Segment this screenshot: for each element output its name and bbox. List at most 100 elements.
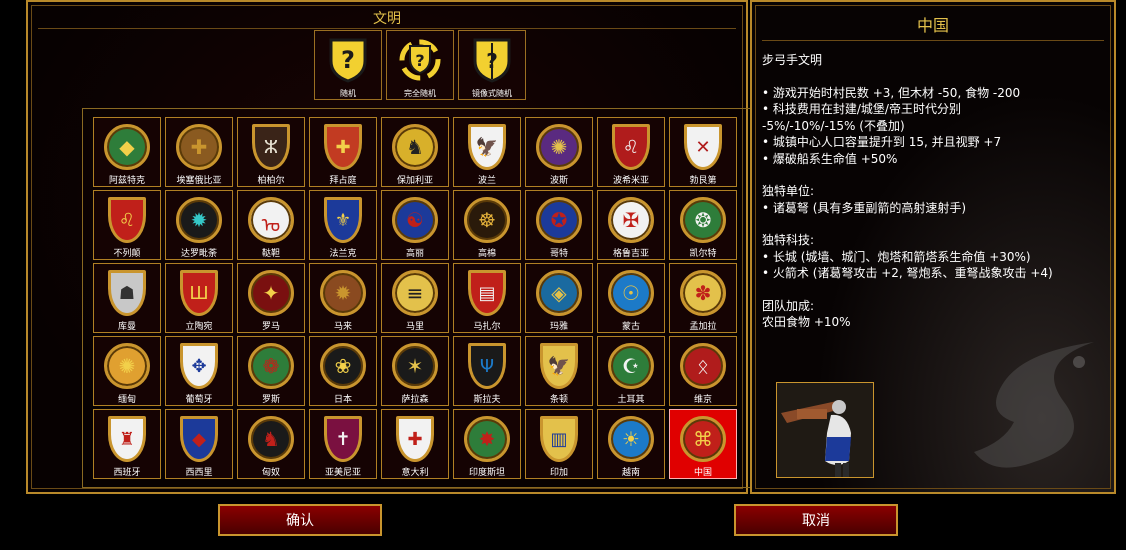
civ-cell[interactable]: ◆ 西西里 <box>165 409 233 479</box>
civ-cell[interactable]: ✸ 印度斯坦 <box>453 409 521 479</box>
cancel-button[interactable]: 取消 <box>734 504 898 536</box>
full-random-button[interactable]: ? 完全随机 <box>386 30 454 100</box>
civ-cell[interactable]: ✪ 哥特 <box>525 190 593 260</box>
civ-cell[interactable]: ❂ 凯尔特 <box>669 190 737 260</box>
civ-cell[interactable]: ✠ 格鲁吉亚 <box>597 190 665 260</box>
civ-cell[interactable]: ᛟ 维京 <box>669 336 737 406</box>
full-random-icon: ? <box>398 35 442 84</box>
civ-cell[interactable]: ✹ 达罗毗荼 <box>165 190 233 260</box>
civ-shield-icon: ◈ <box>536 270 582 316</box>
civ-cell[interactable]: ✚ 埃塞俄比亚 <box>165 117 233 187</box>
civ-cell[interactable]: ♌ 不列颠 <box>93 190 161 260</box>
civ-label: 维京 <box>693 395 712 405</box>
civ-label: 马来 <box>333 322 352 332</box>
civ-label: 斯拉夫 <box>473 395 501 405</box>
civ-cell[interactable]: ✕ 勃艮第 <box>669 117 737 187</box>
civ-cell[interactable]: ⚜ 法兰克 <box>309 190 377 260</box>
civ-cell[interactable]: Ш 立陶宛 <box>165 263 233 333</box>
description-line: • 爆破船系生命值 +50% <box>762 151 898 166</box>
civ-cell[interactable]: ▥ 印加 <box>525 409 593 479</box>
civ-emblem-icon: ✦ <box>246 269 296 317</box>
civ-cell[interactable]: ◈ 玛雅 <box>525 263 593 333</box>
civ-label: 库曼 <box>117 322 136 332</box>
civ-shield-icon: ◆ <box>104 124 150 170</box>
civ-label: 保加利亚 <box>396 176 433 186</box>
civ-emblem-icon: ✪ <box>534 196 584 244</box>
civ-cell[interactable]: ☀ 越南 <box>597 409 665 479</box>
civ-cell[interactable]: ☗ 库曼 <box>93 263 161 333</box>
civ-cell[interactable]: ✦ 罗马 <box>237 263 305 333</box>
civ-emblem-icon: ᠣ <box>246 196 296 244</box>
civ-cell[interactable]: ⌘ 中国 <box>669 409 737 479</box>
civ-label: 日本 <box>333 395 352 405</box>
civ-cell[interactable]: 🦅 条顿 <box>525 336 593 406</box>
description-line <box>762 167 1102 183</box>
civ-emblem-icon: ☸ <box>462 196 512 244</box>
civ-cell[interactable]: ♜ 西班牙 <box>93 409 161 479</box>
civ-emblem-icon: ✚ <box>390 415 440 463</box>
civ-shield-icon: ✕ <box>684 124 722 170</box>
confirm-button[interactable]: 确认 <box>218 504 382 536</box>
dragon-background-art <box>974 342 1094 468</box>
civ-label: 不列颠 <box>113 249 141 259</box>
question-shield-icon: ? <box>326 35 370 84</box>
civ-cell[interactable]: ♞ 匈奴 <box>237 409 305 479</box>
civ-shield-icon: ≡ <box>392 270 438 316</box>
civ-cell[interactable]: ✚ 拜占庭 <box>309 117 377 187</box>
civ-label: 达罗毗荼 <box>180 249 217 259</box>
civ-cell[interactable]: ☸ 高棉 <box>453 190 521 260</box>
civ-emblem-icon: ᛟ <box>678 342 728 390</box>
civ-cell[interactable]: ♞ 保加利亚 <box>381 117 449 187</box>
civ-shield-icon: ✚ <box>324 124 362 170</box>
civ-info-panel: 中国 步弓手文明 • 游戏开始时村民数 +3, 但木材 -50, 食物 -200 •… <box>750 0 1116 494</box>
civ-emblem-icon: ✹ <box>174 196 224 244</box>
civ-label: 波斯 <box>549 176 568 186</box>
civ-emblem-icon: ✠ <box>606 196 656 244</box>
civ-cell[interactable]: ✺ 缅甸 <box>93 336 161 406</box>
civ-label: 高丽 <box>405 249 424 259</box>
civ-grid: ◆ 阿兹特克 ✚ 埃塞俄比亚 ⵣ 柏柏尔 ✚ 拜占庭 ♞ 保加利亚 🦅 波兰 ✺ 波斯 ♌ 波希米亚 ✕ 勃艮第 ♌… <box>93 117 737 479</box>
civ-cell[interactable]: Ψ 斯拉夫 <box>453 336 521 406</box>
civ-emblem-icon: ✹ <box>318 269 368 317</box>
civ-shield-icon: ✪ <box>536 197 582 243</box>
description-line: 团队加成: <box>762 298 815 313</box>
civ-emblem-icon: ✕ <box>678 123 728 171</box>
description-line: • 游戏开始时村民数 +3, 但木材 -50, 食物 -200 <box>762 85 1021 100</box>
civ-cell[interactable]: ❁ 罗斯 <box>237 336 305 406</box>
random-button[interactable]: ? 随机 <box>314 30 382 100</box>
civ-cell[interactable]: ✝ 亚美尼亚 <box>309 409 377 479</box>
civ-emblem-icon: ◆ <box>102 123 152 171</box>
civ-emblem-icon: ✚ <box>174 123 224 171</box>
civ-label: 阿兹特克 <box>108 176 145 186</box>
civ-shield-icon: ♜ <box>108 416 146 462</box>
civ-label: 高棉 <box>477 249 496 259</box>
civ-emblem-icon: ♞ <box>246 415 296 463</box>
civ-cell[interactable]: ✽ 孟加拉 <box>669 263 737 333</box>
civ-shield-icon: ☀ <box>608 416 654 462</box>
civ-emblem-icon: ❁ <box>246 342 296 390</box>
civ-cell[interactable]: ☉ 蒙古 <box>597 263 665 333</box>
civ-cell[interactable]: ✚ 意大利 <box>381 409 449 479</box>
civ-cell[interactable]: ✶ 萨拉森 <box>381 336 449 406</box>
civ-cell[interactable]: 🦅 波兰 <box>453 117 521 187</box>
civ-cell[interactable]: ✥ 葡萄牙 <box>165 336 233 406</box>
civ-cell[interactable]: ✹ 马来 <box>309 263 377 333</box>
civ-shield-icon: ☸ <box>464 197 510 243</box>
description-line: 独特单位: <box>762 184 815 198</box>
description-line: 农田食物 +10% <box>762 315 851 329</box>
civ-cell[interactable]: ❀ 日本 <box>309 336 377 406</box>
civ-cell[interactable]: ▤ 马扎尔 <box>453 263 521 333</box>
civ-cell[interactable]: ◆ 阿兹特克 <box>93 117 161 187</box>
civ-cell[interactable]: ≡ 马里 <box>381 263 449 333</box>
civ-cell[interactable]: ⵣ 柏柏尔 <box>237 117 305 187</box>
mirror-random-button[interactable]: ? 镜像式随机 <box>458 30 526 100</box>
civ-cell[interactable]: ☪ 土耳其 <box>597 336 665 406</box>
civ-cell[interactable]: ♌ 波希米亚 <box>597 117 665 187</box>
civ-cell[interactable]: ☯ 高丽 <box>381 190 449 260</box>
civ-emblem-icon: 🦅 <box>534 342 584 390</box>
civ-label: 鞑靼 <box>261 249 280 259</box>
full-random-label: 完全随机 <box>404 89 436 98</box>
civ-cell[interactable]: ᠣ 鞑靼 <box>237 190 305 260</box>
chu-ko-nu-portrait <box>777 383 873 477</box>
civ-cell[interactable]: ✺ 波斯 <box>525 117 593 187</box>
